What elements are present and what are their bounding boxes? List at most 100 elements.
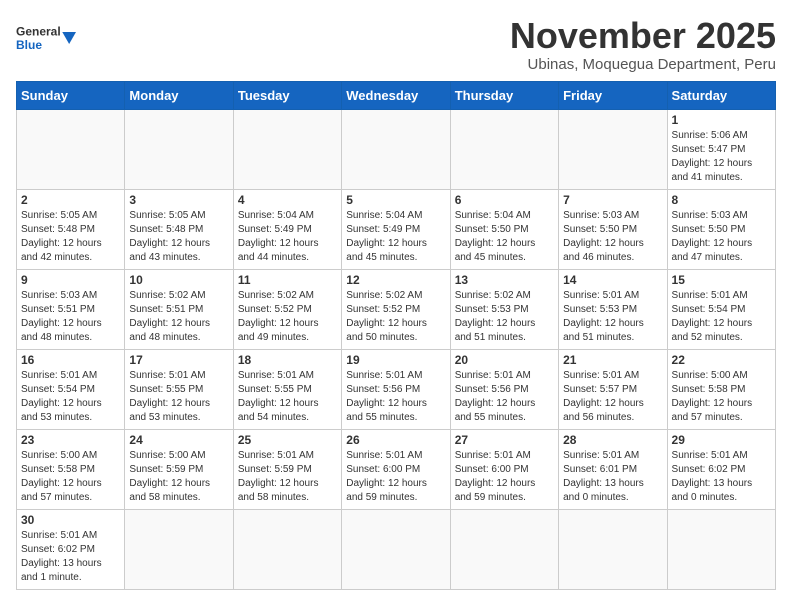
day-number: 23 [21,433,120,447]
calendar-cell: 15 Sunrise: 5:01 AM Sunset: 5:54 PM Dayli… [667,269,775,349]
day-number: 18 [238,353,337,367]
calendar-cell: 16 Sunrise: 5:01 AM Sunset: 5:54 PM Dayli… [17,349,125,429]
day-number: 4 [238,193,337,207]
day-number: 20 [455,353,554,367]
header: General Blue November 2025 Ubinas, Moque… [16,16,776,73]
calendar-cell [125,109,233,189]
calendar-cell: 13 Sunrise: 5:02 AM Sunset: 5:53 PM Dayli… [450,269,558,349]
calendar-header: SundayMondayTuesdayWednesdayThursdayFrid… [17,81,776,109]
day-number: 27 [455,433,554,447]
calendar-cell: 18Sunrise: 5:01 AM Sunset: 5:55 PM Dayli… [233,349,341,429]
calendar-cell: 19Sunrise: 5:01 AM Sunset: 5:56 PM Dayli… [342,349,450,429]
day-info: Sunrise: 5:01 AM Sunset: 5:54 PM Dayligh… [672,289,771,345]
calendar-week-1: 1Sunrise: 5:06 AM Sunset: 5:47 PM Daylig… [17,109,776,189]
day-number: 12 [346,273,445,287]
day-info: Sunrise: 5:02 AM Sunset: 5:52 PM Dayligh… [238,289,337,345]
day-number: 8 [672,193,771,207]
day-number: 9 [21,273,120,287]
weekday-friday: Friday [559,81,667,109]
logo-icon: General Blue [16,16,76,60]
day-info: Sunrise: 5:01 AM Sunset: 6:02 PM Dayligh… [21,529,120,585]
day-number: 16 [21,353,120,367]
day-number: 14 [563,273,662,287]
calendar-week-4: 16 Sunrise: 5:01 AM Sunset: 5:54 PM Dayli… [17,349,776,429]
day-info: Sunrise: 5:03 AM Sunset: 5:50 PM Dayligh… [563,209,662,265]
day-info: Sunrise: 5:03 AM Sunset: 5:51 PM Dayligh… [21,289,120,345]
day-number: 1 [672,113,771,127]
calendar-cell: 5 Sunrise: 5:04 AM Sunset: 5:49 PM Daylig… [342,189,450,269]
day-info: Sunrise: 5:00 AM Sunset: 5:59 PM Dayligh… [129,449,228,505]
day-number: 11 [238,273,337,287]
day-info: Sunrise: 5:02 AM Sunset: 5:51 PM Dayligh… [129,289,228,345]
day-number: 30 [21,513,120,527]
calendar-cell: 27 Sunrise: 5:01 AM Sunset: 6:00 PM Dayli… [450,429,558,509]
calendar-cell: 17 Sunrise: 5:01 AM Sunset: 5:55 PM Dayli… [125,349,233,429]
svg-text:General: General [16,24,61,38]
calendar-cell: 29 Sunrise: 5:01 AM Sunset: 6:02 PM Dayli… [667,429,775,509]
day-info: Sunrise: 5:04 AM Sunset: 5:49 PM Dayligh… [346,209,445,265]
day-info: Sunrise: 5:00 AM Sunset: 5:58 PM Dayligh… [672,369,771,425]
calendar-cell [559,109,667,189]
calendar-cell: 28 Sunrise: 5:01 AM Sunset: 6:01 PM Dayli… [559,429,667,509]
day-number: 21 [563,353,662,367]
day-info: Sunrise: 5:05 AM Sunset: 5:48 PM Dayligh… [129,209,228,265]
calendar-cell [450,109,558,189]
calendar-body: 1Sunrise: 5:06 AM Sunset: 5:47 PM Daylig… [17,109,776,589]
day-info: Sunrise: 5:04 AM Sunset: 5:49 PM Dayligh… [238,209,337,265]
calendar-cell [559,509,667,589]
calendar-table: SundayMondayTuesdayWednesdayThursdayFrid… [16,81,776,590]
weekday-wednesday: Wednesday [342,81,450,109]
day-number: 28 [563,433,662,447]
calendar-cell: 26Sunrise: 5:01 AM Sunset: 6:00 PM Dayli… [342,429,450,509]
day-info: Sunrise: 5:01 AM Sunset: 5:59 PM Dayligh… [238,449,337,505]
day-number: 3 [129,193,228,207]
day-info: Sunrise: 5:01 AM Sunset: 5:57 PM Dayligh… [563,369,662,425]
calendar-cell: 6 Sunrise: 5:04 AM Sunset: 5:50 PM Daylig… [450,189,558,269]
day-info: Sunrise: 5:01 AM Sunset: 5:53 PM Dayligh… [563,289,662,345]
calendar-cell: 25Sunrise: 5:01 AM Sunset: 5:59 PM Dayli… [233,429,341,509]
day-number: 19 [346,353,445,367]
day-number: 6 [455,193,554,207]
day-number: 17 [129,353,228,367]
calendar-cell: 10 Sunrise: 5:02 AM Sunset: 5:51 PM Dayli… [125,269,233,349]
day-info: Sunrise: 5:02 AM Sunset: 5:53 PM Dayligh… [455,289,554,345]
day-info: Sunrise: 5:01 AM Sunset: 6:00 PM Dayligh… [455,449,554,505]
weekday-sunday: Sunday [17,81,125,109]
calendar-cell: 23 Sunrise: 5:00 AM Sunset: 5:58 PM Dayli… [17,429,125,509]
day-number: 13 [455,273,554,287]
calendar-cell [233,109,341,189]
calendar-cell: 9 Sunrise: 5:03 AM Sunset: 5:51 PM Daylig… [17,269,125,349]
day-info: Sunrise: 5:01 AM Sunset: 6:01 PM Dayligh… [563,449,662,505]
day-number: 15 [672,273,771,287]
calendar-cell [667,509,775,589]
day-info: Sunrise: 5:03 AM Sunset: 5:50 PM Dayligh… [672,209,771,265]
calendar-cell: 30 Sunrise: 5:01 AM Sunset: 6:02 PM Dayli… [17,509,125,589]
day-info: Sunrise: 5:01 AM Sunset: 6:00 PM Dayligh… [346,449,445,505]
calendar-cell [125,509,233,589]
title-area: November 2025 Ubinas, Moquegua Departmen… [510,16,776,73]
day-info: Sunrise: 5:01 AM Sunset: 6:02 PM Dayligh… [672,449,771,505]
logo: General Blue [16,16,76,60]
day-number: 29 [672,433,771,447]
day-info: Sunrise: 5:02 AM Sunset: 5:52 PM Dayligh… [346,289,445,345]
calendar-cell: 20Sunrise: 5:01 AM Sunset: 5:56 PM Dayli… [450,349,558,429]
day-info: Sunrise: 5:01 AM Sunset: 5:55 PM Dayligh… [129,369,228,425]
calendar-cell: 12 Sunrise: 5:02 AM Sunset: 5:52 PM Dayli… [342,269,450,349]
calendar-cell: 2Sunrise: 5:05 AM Sunset: 5:48 PM Daylig… [17,189,125,269]
calendar-week-2: 2Sunrise: 5:05 AM Sunset: 5:48 PM Daylig… [17,189,776,269]
day-number: 10 [129,273,228,287]
day-info: Sunrise: 5:01 AM Sunset: 5:54 PM Dayligh… [21,369,120,425]
day-number: 5 [346,193,445,207]
calendar-week-3: 9 Sunrise: 5:03 AM Sunset: 5:51 PM Daylig… [17,269,776,349]
calendar-cell [233,509,341,589]
day-number: 7 [563,193,662,207]
day-info: Sunrise: 5:04 AM Sunset: 5:50 PM Dayligh… [455,209,554,265]
day-info: Sunrise: 5:00 AM Sunset: 5:58 PM Dayligh… [21,449,120,505]
svg-text:Blue: Blue [16,38,42,52]
calendar-week-6: 30 Sunrise: 5:01 AM Sunset: 6:02 PM Dayli… [17,509,776,589]
calendar-cell: 11 Sunrise: 5:02 AM Sunset: 5:52 PM Dayli… [233,269,341,349]
calendar-cell: 22Sunrise: 5:00 AM Sunset: 5:58 PM Dayli… [667,349,775,429]
calendar-cell: 7 Sunrise: 5:03 AM Sunset: 5:50 PM Daylig… [559,189,667,269]
day-info: Sunrise: 5:05 AM Sunset: 5:48 PM Dayligh… [21,209,120,265]
day-number: 24 [129,433,228,447]
